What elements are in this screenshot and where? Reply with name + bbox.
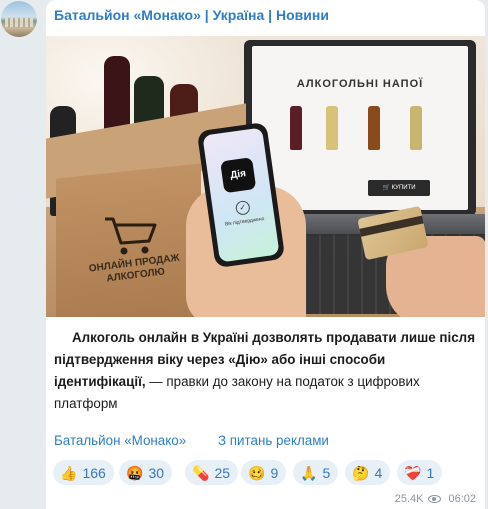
pill-icon: 💊 bbox=[192, 464, 210, 481]
reaction-woozy[interactable]: 🥴 9 bbox=[241, 460, 287, 485]
eye-icon bbox=[428, 495, 442, 503]
message-time: 06:02 bbox=[448, 493, 476, 505]
message-text: Алкоголь онлайн в Україні дозволять прод… bbox=[54, 327, 480, 415]
mending-heart-icon: ❤️‍🩹 bbox=[404, 464, 422, 481]
laptop-display bbox=[252, 46, 468, 210]
praying-hands-icon: 🙏 bbox=[300, 464, 318, 481]
verification-status: Вік підтверджено bbox=[224, 216, 265, 228]
reaction-pill[interactable]: 💊 25 bbox=[185, 460, 239, 485]
buy-button: 🛒 КУПИТИ bbox=[368, 180, 430, 196]
post-image[interactable]: АЛКОГОЛЬНІ НАПОЇ 🛒 КУПИТИ ОНЛАЙН ПРОДАЖ … bbox=[46, 36, 485, 317]
reaction-mending-heart[interactable]: ❤️‍🩹 1 bbox=[397, 460, 443, 485]
check-icon: ✓ bbox=[234, 199, 251, 216]
product-bottle bbox=[290, 106, 302, 150]
message-meta: 25.4K 06:02 bbox=[395, 492, 476, 506]
channel-link[interactable]: Батальйон «Монако» bbox=[54, 433, 186, 448]
view-count: 25.4K bbox=[394, 493, 424, 505]
reaction-thinking[interactable]: 🤔 4 bbox=[345, 460, 391, 485]
woozy-face-icon: 🥴 bbox=[248, 464, 266, 481]
footer-links: Батальйон «Монако» З питань реклами bbox=[54, 433, 474, 453]
cart-icon bbox=[105, 217, 157, 255]
store-heading: АЛКОГОЛЬНІ НАПОЇ bbox=[296, 78, 424, 90]
thumbs-up-icon: 👍 bbox=[60, 464, 78, 481]
message-bubble: Батальйон «Монако» | Україна | Новини АЛ… bbox=[46, 0, 485, 509]
reaction-thumbs-up[interactable]: 👍 166 bbox=[53, 460, 114, 485]
diia-logo: Дія bbox=[220, 157, 257, 194]
product-bottle bbox=[368, 106, 380, 150]
product-bottle bbox=[326, 106, 338, 150]
thinking-face-icon: 🤔 bbox=[352, 464, 370, 481]
reaction-pray[interactable]: 🙏 5 bbox=[293, 460, 339, 485]
channel-avatar[interactable] bbox=[1, 1, 37, 37]
reaction-angry[interactable]: 🤬 30 bbox=[119, 460, 173, 485]
channel-title[interactable]: Батальйон «Монако» | Україна | Новини bbox=[54, 7, 329, 23]
angry-face-icon: 🤬 bbox=[126, 464, 144, 481]
product-bottle bbox=[410, 106, 422, 150]
ads-link[interactable]: З питань реклами bbox=[218, 433, 329, 448]
